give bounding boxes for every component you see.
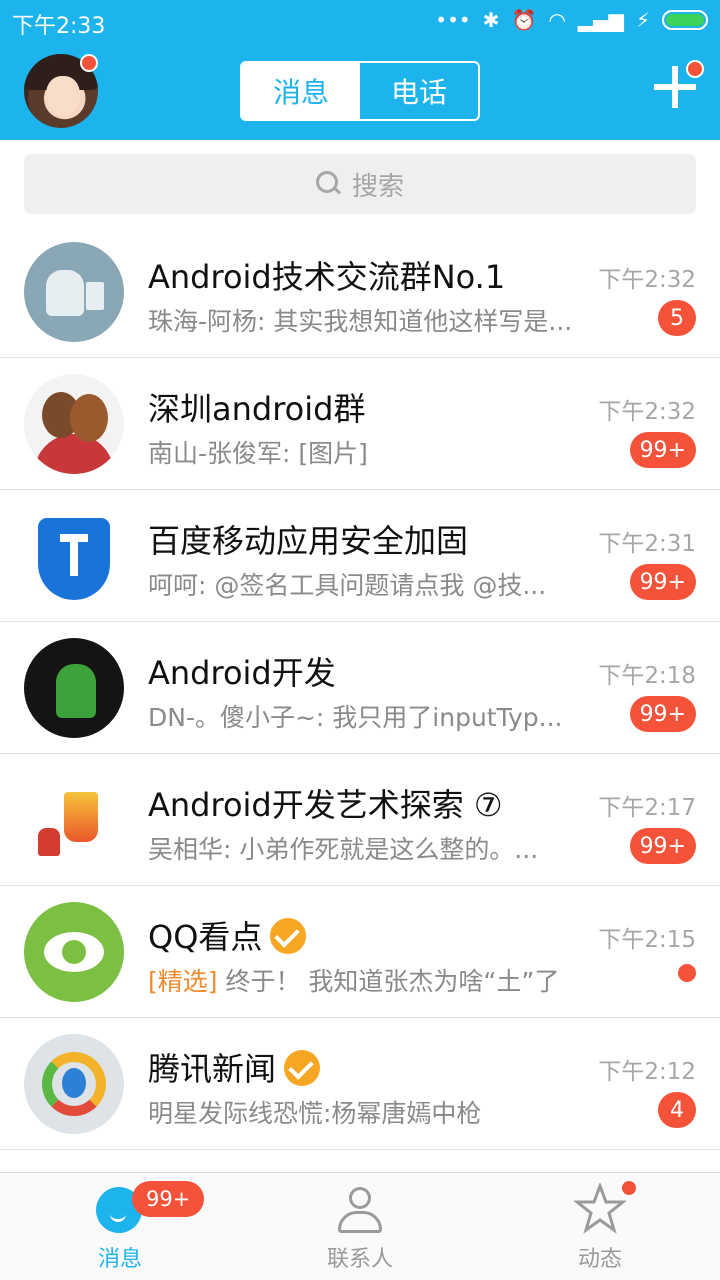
status-icons: ••• ✱ ⏰ ◠ ▂▄▆ ⚡: [435, 6, 708, 34]
unread-dot: [678, 964, 696, 982]
conversation-time: 下午2:18: [598, 663, 696, 689]
signal-icon: ▂▄▆: [577, 8, 624, 32]
unread-badge: 4: [658, 1092, 696, 1128]
bluetooth-icon: ✱: [482, 8, 500, 32]
verified-icon: [284, 1050, 321, 1086]
conversation-preview: 明星发际线恐慌:杨幂唐嫣中枪: [148, 1099, 482, 1128]
conversation-row[interactable]: 百度移动应用安全加固 呵呵: @签名工具问题请点我 @技... 下午2:31 9…: [0, 490, 720, 622]
conversation-time: 下午2:31: [598, 531, 696, 557]
star-icon: [574, 1183, 626, 1234]
conversation-row[interactable]: 深圳android群 南山-张俊军: [图片] 下午2:32 99+: [0, 358, 720, 490]
group-avatar: [24, 374, 124, 474]
nav-contacts-label: 联系人: [326, 1247, 393, 1272]
tab-messages[interactable]: 消息: [242, 63, 360, 119]
wifi-icon: ◠: [548, 8, 566, 32]
news-avatar: [24, 1034, 124, 1134]
conversation-preview: 南山-张俊军: [图片]: [148, 439, 368, 468]
preview-tag: [精选]: [148, 967, 218, 996]
battery-icon: [662, 10, 708, 30]
conversation-row[interactable]: Android开发艺术探索 ⑦ 吴相华: 小弟作死就是这么整的。... 下午2:…: [0, 754, 720, 886]
status-time: 下午2:33: [12, 14, 106, 39]
conversation-title: 深圳android群: [148, 390, 366, 428]
conversation-preview: 呵呵: @签名工具问题请点我 @技...: [148, 571, 547, 600]
tab-phone[interactable]: 电话: [360, 63, 478, 119]
conversation-preview: 吴相华: 小弟作死就是这么整的。...: [148, 835, 539, 864]
group-avatar: [24, 638, 124, 738]
eye-avatar: [24, 902, 124, 1002]
conversation-title: 腾讯新闻: [148, 1044, 321, 1090]
verified-icon: [270, 918, 307, 954]
conversation-title: Android开发艺术探索 ⑦: [148, 786, 503, 824]
conversation-title: QQ看点: [148, 912, 307, 958]
conversation-row[interactable]: 腾讯新闻 明星发际线恐慌:杨幂唐嫣中枪 下午2:12 4: [0, 1018, 720, 1150]
nav-messages[interactable]: 99+ 消息: [0, 1173, 240, 1280]
messages-badge: 99+: [132, 1181, 205, 1217]
add-notification-dot: [686, 60, 704, 78]
conversation-row[interactable]: Android开发 DN-。傻小子~: 我只用了inputTyp... 下午2:…: [0, 622, 720, 754]
conversation-preview: DN-。傻小子~: 我只用了inputTyp...: [148, 703, 563, 732]
conversation-row[interactable]: Android技术交流群No.1 珠海-阿杨: 其实我想知道他这样写是... 下…: [0, 226, 720, 358]
conversation-time: 下午2:12: [598, 1059, 696, 1085]
nav-moments-label: 动态: [577, 1247, 622, 1272]
conversation-list: Android技术交流群No.1 珠海-阿杨: 其实我想知道他这样写是... 下…: [0, 226, 720, 1150]
unread-badge: 99+: [629, 432, 696, 468]
conversation-preview: 珠海-阿杨: 其实我想知道他这样写是...: [148, 307, 573, 336]
conversation-time: 下午2:17: [598, 795, 696, 821]
conversation-time: 下午2:32: [598, 399, 696, 425]
conversation-row[interactable]: QQ看点 [精选] 终于！ 我知道张杰为啥“土”了 下午2:15: [0, 886, 720, 1018]
unread-badge: 99+: [629, 696, 696, 732]
search-icon: [315, 171, 342, 197]
charging-icon: ⚡: [635, 8, 650, 32]
top-bar: 下午2:33 ••• ✱ ⏰ ◠ ▂▄▆ ⚡ 消息 电话: [0, 0, 720, 140]
moments-notification-dot: [620, 1179, 638, 1197]
conversation-title: 百度移动应用安全加固: [148, 522, 469, 560]
nav-messages-label: 消息: [97, 1247, 142, 1272]
alarm-icon: ⏰: [511, 8, 537, 32]
conversation-time: 下午2:32: [598, 267, 696, 293]
unread-badge: 5: [658, 300, 696, 336]
header-tab-switch: 消息 电话: [240, 61, 480, 121]
conversation-title: Android技术交流群No.1: [148, 258, 506, 296]
profile-notification-dot: [80, 54, 98, 72]
group-avatar: [24, 242, 124, 342]
bottom-nav: 99+ 消息 联系人 动态: [0, 1172, 720, 1280]
more-dots-icon: •••: [435, 8, 471, 32]
unread-badge: 99+: [629, 828, 696, 864]
conversation-title: Android开发: [148, 654, 336, 692]
person-icon: [336, 1187, 384, 1235]
conversation-time: 下午2:15: [598, 927, 696, 953]
search-bar[interactable]: 搜索: [24, 154, 696, 214]
group-avatar: [24, 770, 124, 870]
shield-avatar: [24, 506, 124, 606]
conversation-preview: [精选] 终于！ 我知道张杰为啥“土”了: [148, 967, 560, 996]
unread-badge: 99+: [629, 564, 696, 600]
search-placeholder: 搜索: [351, 171, 404, 202]
